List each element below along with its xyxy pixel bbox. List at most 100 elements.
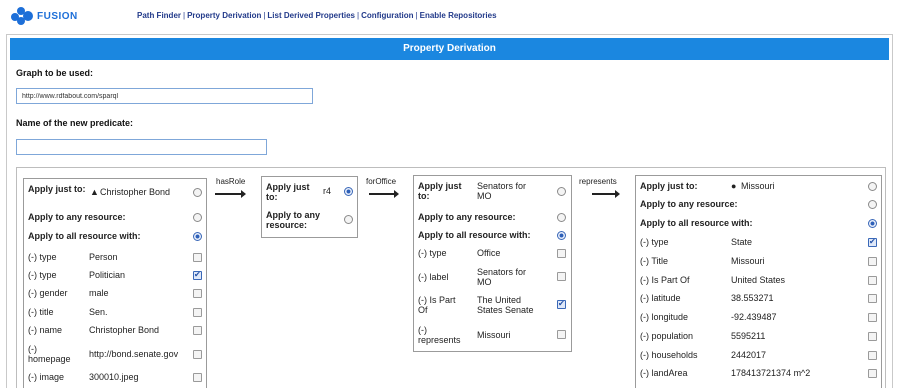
property-checkbox[interactable] xyxy=(557,249,566,258)
property-checkbox[interactable] xyxy=(557,330,566,339)
property-value: United States xyxy=(731,275,786,285)
property-checkbox[interactable] xyxy=(868,294,877,303)
property-row: (-) Title Missouri xyxy=(636,253,881,271)
property-key: (-) type xyxy=(28,252,57,262)
nav-separator: | xyxy=(263,11,266,20)
property-key: (-) image xyxy=(28,372,65,382)
panel-title: Property Derivation xyxy=(10,38,889,60)
edge-label: represents xyxy=(579,177,617,186)
nav-property-derivation[interactable]: Property Derivation xyxy=(187,11,261,20)
property-key: (-) homepage xyxy=(28,344,71,364)
property-row: (-) gender male xyxy=(24,285,206,303)
nav-separator: | xyxy=(183,11,186,20)
apply-just-row: Apply just to: ▲ Christopher Bond xyxy=(24,181,206,203)
apply-any-radio[interactable] xyxy=(557,213,566,222)
property-checkbox[interactable] xyxy=(868,369,877,378)
nav-list-derived-properties[interactable]: List Derived Properties xyxy=(267,11,355,20)
apply-all-row: Apply to all resource with: xyxy=(24,228,206,246)
property-row: (-) population 5595211 xyxy=(636,328,881,346)
apply-any-label: Apply to any resource: xyxy=(266,210,321,230)
nav-separator: | xyxy=(357,11,360,20)
property-row: (-) landArea 178413721374 m^2 xyxy=(636,365,881,383)
apply-just-radio[interactable] xyxy=(868,182,877,191)
property-checkbox[interactable] xyxy=(557,299,566,309)
apply-just-value: Senators for MO xyxy=(477,181,527,201)
property-key: (-) latitude xyxy=(640,293,681,303)
apply-any-radio[interactable] xyxy=(868,200,877,209)
property-checkbox[interactable] xyxy=(868,257,877,266)
apply-just-radio[interactable] xyxy=(344,187,353,196)
logo-dots-icon xyxy=(11,6,33,26)
apply-any-row: Apply to any resource: xyxy=(636,196,881,214)
apply-just-radio[interactable] xyxy=(193,188,202,197)
property-value: Christopher Bond xyxy=(89,325,160,335)
apply-all-radio[interactable] xyxy=(193,232,202,241)
property-checkbox[interactable] xyxy=(193,350,202,359)
property-value: Missouri xyxy=(477,330,511,340)
apply-just-value: r4 xyxy=(323,186,332,196)
property-row: (-) type Office xyxy=(414,245,571,263)
apply-just-radio[interactable] xyxy=(557,187,566,196)
nav-configuration[interactable]: Configuration xyxy=(361,11,413,20)
property-key: (-) type xyxy=(640,237,669,247)
property-value: Sen. xyxy=(89,307,108,317)
property-key: (-) title xyxy=(28,307,54,317)
graph-input[interactable] xyxy=(16,88,313,104)
arrow-right-icon xyxy=(592,190,620,198)
apply-just-row: Apply just to: r4 xyxy=(262,179,357,203)
apply-any-radio[interactable] xyxy=(193,213,202,222)
property-checkbox[interactable] xyxy=(868,351,877,360)
property-checkbox[interactable] xyxy=(868,276,877,285)
apply-just-value: Christopher Bond xyxy=(100,187,171,197)
apply-just-row: Apply just to: ● Missouri xyxy=(636,178,881,196)
property-checkbox[interactable] xyxy=(193,289,202,298)
triangle-icon: ▲ xyxy=(90,187,99,197)
property-key: (-) population xyxy=(640,331,694,341)
property-checkbox[interactable] xyxy=(193,308,202,317)
property-value: 2442017 xyxy=(731,350,767,360)
apply-any-label: Apply to any resource: xyxy=(28,212,126,222)
apply-any-row: Apply to any resource: xyxy=(262,207,357,233)
property-value: http://bond.senate.gov xyxy=(89,349,179,359)
property-value: Senators for MO xyxy=(477,267,527,287)
property-key: (-) landArea xyxy=(640,368,688,378)
property-row: (-) homepage http://bond.senate.gov xyxy=(24,341,206,365)
property-value: 38.553271 xyxy=(731,293,774,303)
property-value: State xyxy=(731,237,753,247)
main-nav: Path Finder | Property Derivation | List Der… xyxy=(137,11,497,20)
predicate-input[interactable] xyxy=(16,139,267,155)
property-value: Person xyxy=(89,252,118,262)
property-checkbox[interactable] xyxy=(868,332,877,341)
nav-enable-repositories[interactable]: Enable Repositories xyxy=(420,11,497,20)
apply-all-radio[interactable] xyxy=(557,231,566,240)
property-value: 300010.jpeg xyxy=(89,372,139,382)
property-value: 178413721374 m^2 xyxy=(731,368,811,378)
property-value: -92.439487 xyxy=(731,312,777,322)
property-row: (-) label Senators for MO xyxy=(414,264,571,288)
property-checkbox[interactable] xyxy=(193,326,202,335)
property-row: (-) type State xyxy=(636,234,881,252)
property-row: (-) households 2442017 xyxy=(636,347,881,365)
nav-separator: | xyxy=(415,11,418,20)
apply-just-row: Apply just to: Senators for MO xyxy=(414,178,571,204)
fusion-logo[interactable]: FUSION xyxy=(11,6,91,26)
property-checkbox[interactable] xyxy=(193,270,202,280)
property-checkbox[interactable] xyxy=(193,373,202,382)
apply-all-radio[interactable] xyxy=(868,219,877,228)
property-key: (-) gender xyxy=(28,288,68,298)
property-checkbox[interactable] xyxy=(868,313,877,322)
property-key: (-) households xyxy=(640,350,698,360)
apply-all-row: Apply to all resource with: xyxy=(636,215,881,233)
apply-any-radio[interactable] xyxy=(344,215,353,224)
property-checkbox[interactable] xyxy=(193,253,202,262)
property-checkbox[interactable] xyxy=(868,237,877,247)
edge-label: hasRole xyxy=(216,177,246,186)
property-key: (-) Title xyxy=(640,256,668,266)
nav-path-finder[interactable]: Path Finder xyxy=(137,11,181,20)
apply-just-value: Missouri xyxy=(741,181,775,191)
property-key: (-) type xyxy=(418,248,447,258)
property-key: (-) represents xyxy=(418,325,461,345)
property-key: (-) label xyxy=(418,272,449,282)
apply-just-label: Apply just to: xyxy=(640,181,698,191)
property-checkbox[interactable] xyxy=(557,272,566,281)
